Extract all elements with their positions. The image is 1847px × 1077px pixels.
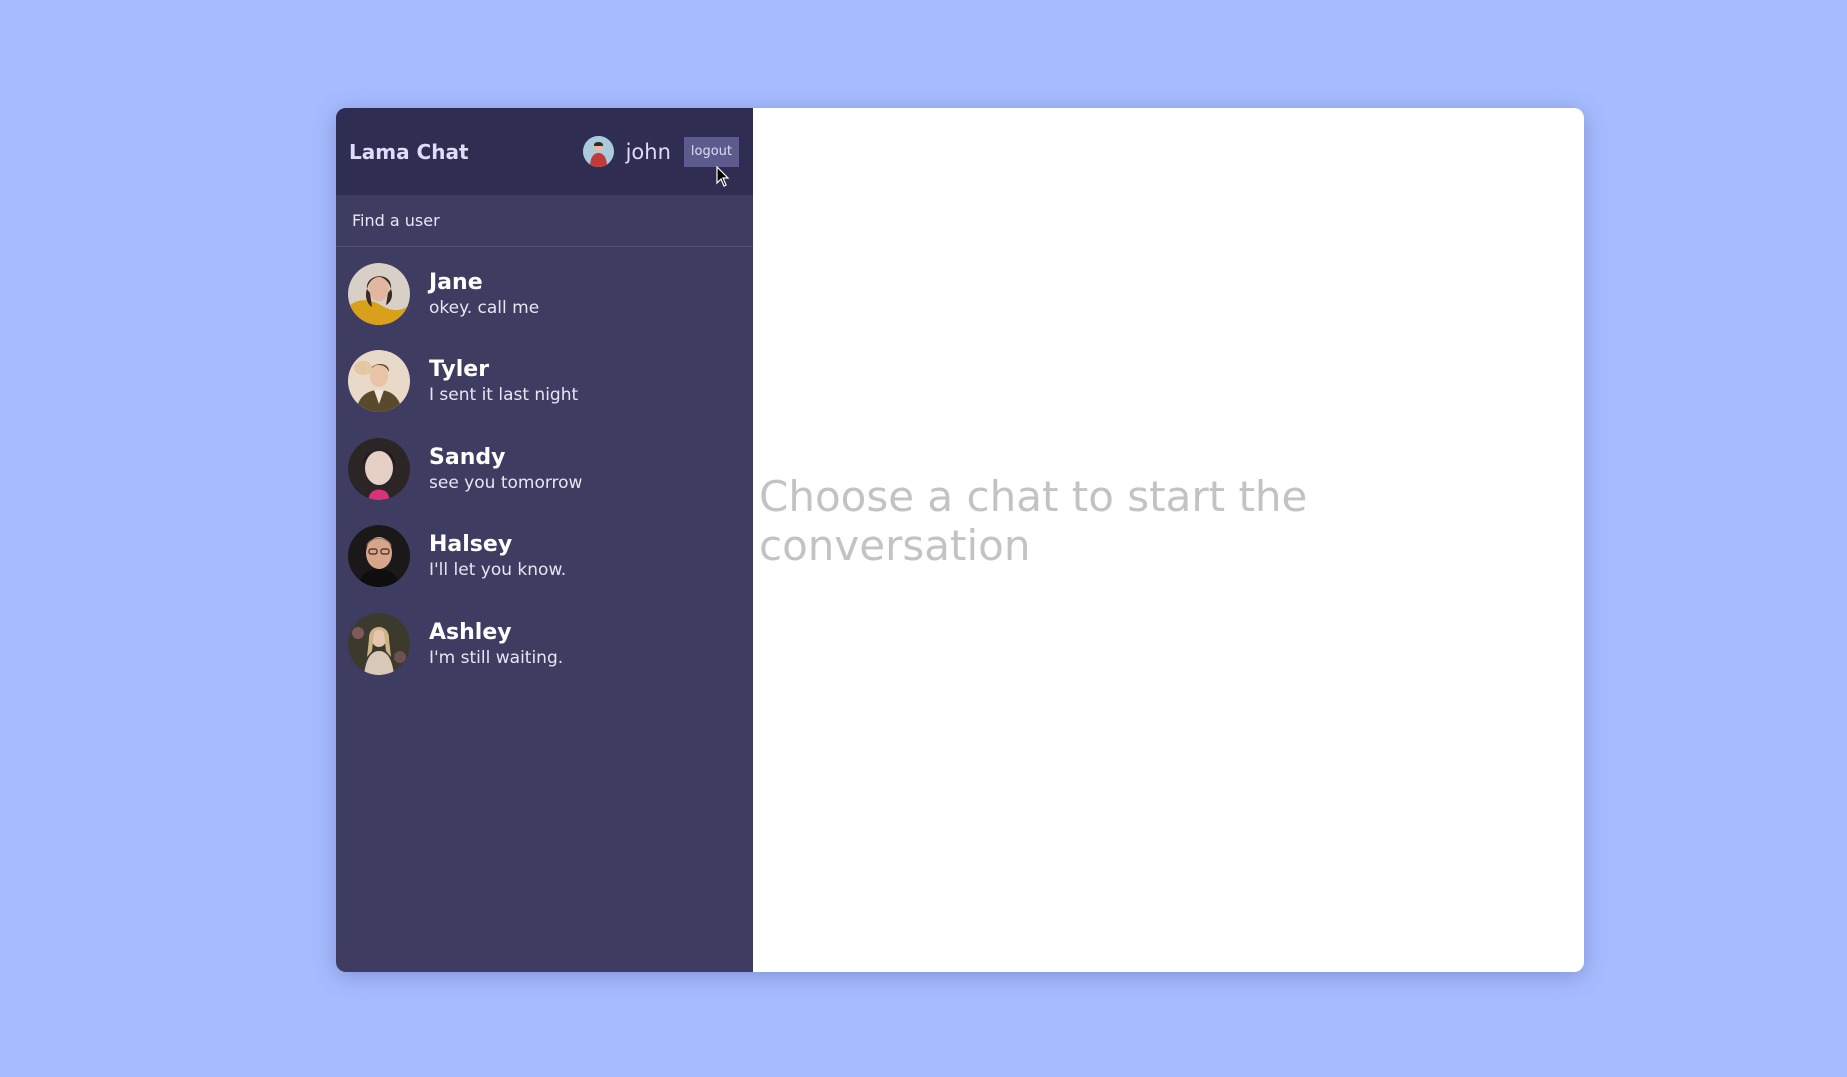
chat-item-jane[interactable]: Jane okey. call me bbox=[336, 250, 753, 338]
search-input[interactable] bbox=[350, 210, 739, 231]
avatar bbox=[348, 437, 410, 500]
chat-info: Tyler I sent it last night bbox=[429, 357, 578, 405]
avatar bbox=[348, 350, 410, 413]
chat-list: Jane okey. call me Tyler I sent it last … bbox=[336, 247, 753, 688]
navbar: Lama Chat john logout bbox=[336, 108, 753, 195]
logout-button[interactable]: logout bbox=[683, 136, 739, 167]
chat-last-message: I'll let you know. bbox=[429, 560, 567, 581]
chat-name: Jane bbox=[429, 269, 483, 295]
chat-main-panel: Choose a chat to start the conversation bbox=[753, 108, 1584, 972]
current-user-avatar bbox=[582, 136, 614, 167]
chat-item-sandy[interactable]: Sandy see you tomorrow bbox=[336, 425, 753, 513]
chat-item-halsey[interactable]: Halsey I'll let you know. bbox=[336, 513, 753, 601]
chat-name: Tyler bbox=[429, 357, 490, 383]
mouse-cursor-icon bbox=[716, 166, 730, 187]
current-user-name: john bbox=[625, 139, 671, 164]
avatar bbox=[348, 612, 410, 675]
chat-item-tyler[interactable]: Tyler I sent it last night bbox=[336, 338, 753, 426]
empty-chat-message: Choose a chat to start the conversation bbox=[759, 472, 1308, 570]
current-user: john logout bbox=[582, 136, 739, 167]
chat-info: Halsey I'll let you know. bbox=[429, 532, 566, 580]
user-search bbox=[336, 195, 753, 247]
sidebar: Lama Chat john logout Find a user Jane o… bbox=[336, 108, 753, 972]
chat-name: Halsey bbox=[429, 532, 513, 558]
chat-name: Sandy bbox=[429, 444, 506, 470]
avatar bbox=[348, 525, 410, 588]
chat-info: Jane okey. call me bbox=[429, 270, 539, 318]
app-logo: Lama Chat bbox=[349, 139, 469, 164]
chat-info: Sandy see you tomorrow bbox=[429, 445, 582, 493]
chat-last-message: see you tomorrow bbox=[429, 472, 583, 493]
chat-last-message: I sent it last night bbox=[429, 385, 579, 406]
chat-last-message: okey. call me bbox=[429, 297, 540, 318]
chat-item-ashley[interactable]: Ashley I'm still waiting. bbox=[336, 600, 753, 688]
chat-app-window: Lama Chat john logout Find a user Jane o… bbox=[336, 108, 1584, 972]
chat-name: Ashley bbox=[429, 619, 512, 645]
avatar bbox=[348, 262, 410, 325]
chat-last-message: I'm still waiting. bbox=[429, 647, 564, 668]
chat-info: Ashley I'm still waiting. bbox=[429, 620, 563, 668]
